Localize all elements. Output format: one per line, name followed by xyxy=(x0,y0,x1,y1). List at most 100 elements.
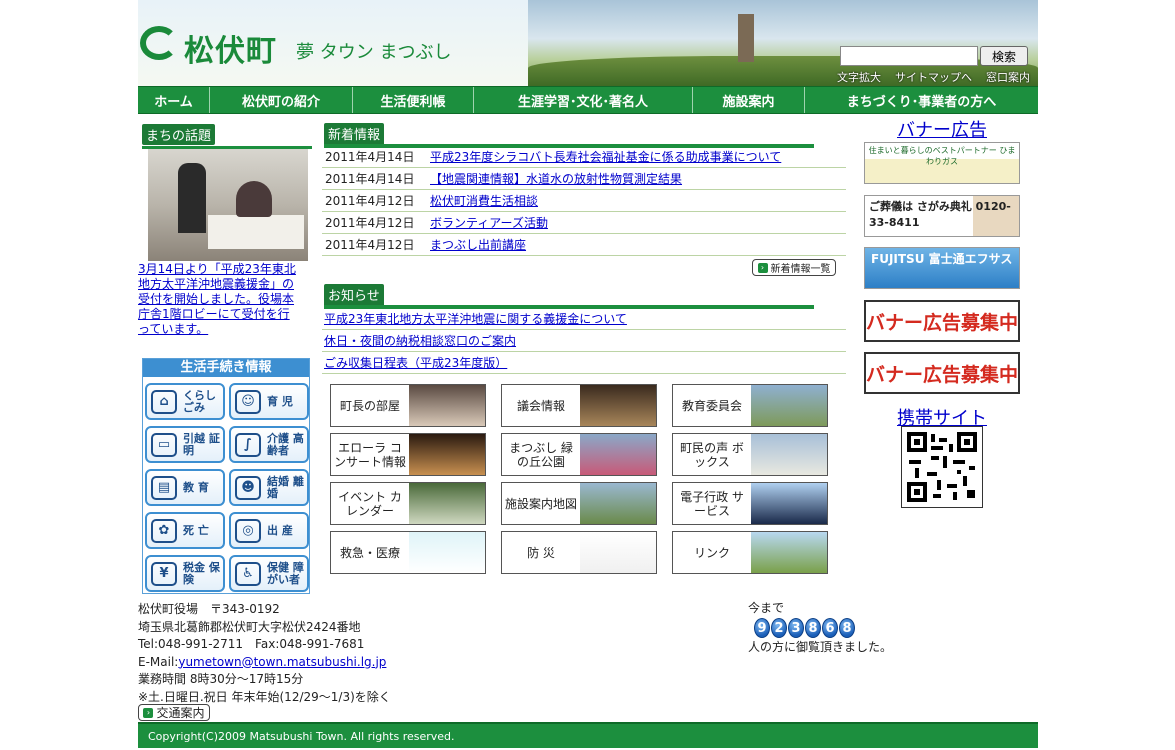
tile-education-board[interactable]: 教育委員会 xyxy=(672,384,828,427)
topic-photo[interactable] xyxy=(148,149,308,261)
nav-about[interactable]: 松伏町の紹介 xyxy=(210,87,353,113)
counter-info-link[interactable]: 窓口案内 xyxy=(986,69,1030,85)
sitemap-link[interactable]: サイトマップへ xyxy=(895,69,972,85)
tile-assembly-info[interactable]: 議会情報 xyxy=(501,384,657,427)
notice-link[interactable]: 休日・夜間の納税相談窓口のご案内 xyxy=(324,332,516,349)
proc-button-marriage[interactable]: ☻ 結婚 離婚 xyxy=(229,469,309,506)
tile-facility-map[interactable]: 施設案内地図 xyxy=(501,482,657,525)
access-button[interactable]: › 交通案内 xyxy=(138,704,210,721)
desk xyxy=(208,215,304,249)
proc-label: 税金 保険 xyxy=(183,560,220,586)
tile-photo xyxy=(751,434,827,475)
proc-button-education[interactable]: ▤ 教 育 xyxy=(145,469,225,506)
tile-e-government[interactable]: 電子行政 サービス xyxy=(672,482,828,525)
tile-photo xyxy=(580,434,656,475)
counter-digit: 9 xyxy=(754,618,770,638)
proc-label: 保健 障がい者 xyxy=(267,560,304,586)
proc-label: 教 育 xyxy=(183,480,209,494)
news-link[interactable]: 【地震関連情報】水道水の放射性物質測定結果 xyxy=(430,170,682,187)
tile-label: 電子行政 サービス xyxy=(680,489,744,518)
notice-heading: お知らせ xyxy=(324,284,384,305)
counter-digit: 8 xyxy=(805,618,821,638)
news-link[interactable]: 平成23年度シラコバト長寿社会福祉基金に係る助成事業について xyxy=(430,148,781,165)
tile-citizens-voice[interactable]: 町民の声 ボックス xyxy=(672,433,828,476)
proc-button-tax[interactable]: ¥ 税金 保険 xyxy=(145,555,225,592)
proc-label: 死 亡 xyxy=(183,523,209,537)
proc-button-living[interactable]: ⌂ くらし ごみ xyxy=(145,383,225,420)
banner-sagami[interactable]: ご葬儀は さがみ典礼 0120-33-8411 xyxy=(864,195,1020,237)
email-link[interactable]: yumetown@town.matsubushi.lg.jp xyxy=(178,655,386,669)
counter-digit: 3 xyxy=(788,618,804,638)
proc-button-birth[interactable]: ◎ 出 産 xyxy=(229,512,309,549)
nav-home[interactable]: ホーム xyxy=(138,87,210,113)
tile-label: 議会情報 xyxy=(516,398,565,413)
proc-label: 結婚 離婚 xyxy=(267,474,304,500)
counter-digit: 6 xyxy=(822,618,838,638)
tile-midori-park[interactable]: まつぶし 緑の丘公園 xyxy=(501,433,657,476)
tile-mayor-room[interactable]: 町長の部屋 xyxy=(330,384,486,427)
tile-emergency-medical[interactable]: 救急・医療 xyxy=(330,531,486,574)
procedures-title: 生活手続き情報 xyxy=(143,359,309,377)
nav-business[interactable]: まちづくり･事業者の方へ xyxy=(805,87,1038,113)
tile-photo xyxy=(409,434,485,475)
search-button[interactable]: 検索 xyxy=(980,46,1028,66)
office-hours-line: 業務時間 8時30分～17時15分 xyxy=(138,672,304,686)
news-date: 2011年4月12日 xyxy=(325,238,415,252)
counter-digits: 923868 xyxy=(754,618,892,638)
tile-photo xyxy=(751,532,827,573)
nav-culture[interactable]: 生涯学習･文化･著名人 xyxy=(474,87,693,113)
newborn-icon: ◎ xyxy=(235,518,261,543)
nav-facilities[interactable]: 施設案内 xyxy=(693,87,805,113)
wheelchair-icon: ♿ xyxy=(235,561,261,586)
proc-label: 出 産 xyxy=(267,523,293,537)
proc-button-moving[interactable]: ▭ 引越 証明 xyxy=(145,426,225,463)
news-link[interactable]: 松伏町消費生活相談 xyxy=(430,192,538,209)
news-link[interactable]: ボランティアーズ活動 xyxy=(430,214,548,231)
counter-suffix: 人の方に御覧頂きました。 xyxy=(748,640,893,654)
tile-label: 救急・医療 xyxy=(339,545,400,560)
banner-recruit-2[interactable]: バナー広告募集中 xyxy=(864,352,1020,394)
town-logo-icon[interactable] xyxy=(140,26,178,60)
tile-label: 施設案内地図 xyxy=(504,496,577,511)
news-link[interactable]: まつぶし出前講座 xyxy=(430,236,526,253)
site-logo[interactable]: 松伏町 xyxy=(184,26,277,70)
email-label: E-Mail: xyxy=(138,654,179,669)
proc-button-childcare[interactable]: ☺ 育 児 xyxy=(229,383,309,420)
tile-label: 教育委員会 xyxy=(681,398,742,413)
news-date: 2011年4月14日 xyxy=(325,150,415,164)
tile-photo xyxy=(409,385,485,426)
qr-code-icon[interactable] xyxy=(901,426,983,508)
access-label: 交通案内 xyxy=(156,706,205,720)
news-list-button[interactable]: › 新着情報一覧 xyxy=(752,259,836,276)
tile-links[interactable]: リンク xyxy=(672,531,828,574)
banner-himawari-gas[interactable]: 住まいと暮らしのベストパートナー ひまわりガス xyxy=(864,142,1020,184)
banner-ad-heading[interactable]: バナー広告 xyxy=(864,116,1020,142)
topic-link[interactable]: 3月14日より「平成23年東北地方太平洋沖地震義援金」の受付を開始しました。役場… xyxy=(138,262,300,337)
utility-links: 文字拡大 サイトマップへ 窓口案内 xyxy=(837,69,1030,85)
counter-digit: 8 xyxy=(839,618,855,638)
visitor-counter: 今まで 923868 人の方に御覧頂きました。 xyxy=(748,601,892,655)
proc-button-care[interactable]: ∫ 介護 高齢者 xyxy=(229,426,309,463)
notice-link[interactable]: ごみ収集日程表（平成23年度版） xyxy=(324,354,507,371)
proc-button-health[interactable]: ♿ 保健 障がい者 xyxy=(229,555,309,592)
news-list-label: 新着情報一覧 xyxy=(770,264,831,275)
nav-living[interactable]: 生活便利帳 xyxy=(353,87,474,113)
tile-photo xyxy=(580,532,656,573)
house-icon: ⌂ xyxy=(151,389,177,414)
text-enlarge-link[interactable]: 文字拡大 xyxy=(837,69,881,85)
right-column: バナー広告 住まいと暮らしのベストパートナー ひまわりガス ご葬儀は さがみ典礼… xyxy=(864,116,1020,508)
notice-link[interactable]: 平成23年東北地方太平洋沖地震に関する義援金について xyxy=(324,310,627,327)
banner-recruit-1[interactable]: バナー広告募集中 xyxy=(864,300,1020,342)
chevron-right-icon: › xyxy=(757,262,768,273)
tile-erola-concert[interactable]: エローラ コンサート情報 xyxy=(330,433,486,476)
proc-button-death[interactable]: ✿ 死 亡 xyxy=(145,512,225,549)
tile-photo xyxy=(409,532,485,573)
news-header: 新着情報 xyxy=(324,123,814,148)
tile-label: 防 災 xyxy=(527,545,555,560)
tile-event-calendar[interactable]: イベント カレンダー xyxy=(330,482,486,525)
tile-disaster-prevention[interactable]: 防 災 xyxy=(501,531,657,574)
search-input[interactable] xyxy=(840,46,978,66)
banner-fujitsu[interactable]: FUJITSU 富士通エフサス xyxy=(864,247,1020,289)
cane-icon: ∫ xyxy=(235,432,261,457)
copyright: Copyright(C)2009 Matsubushi Town. All ri… xyxy=(138,722,1038,748)
